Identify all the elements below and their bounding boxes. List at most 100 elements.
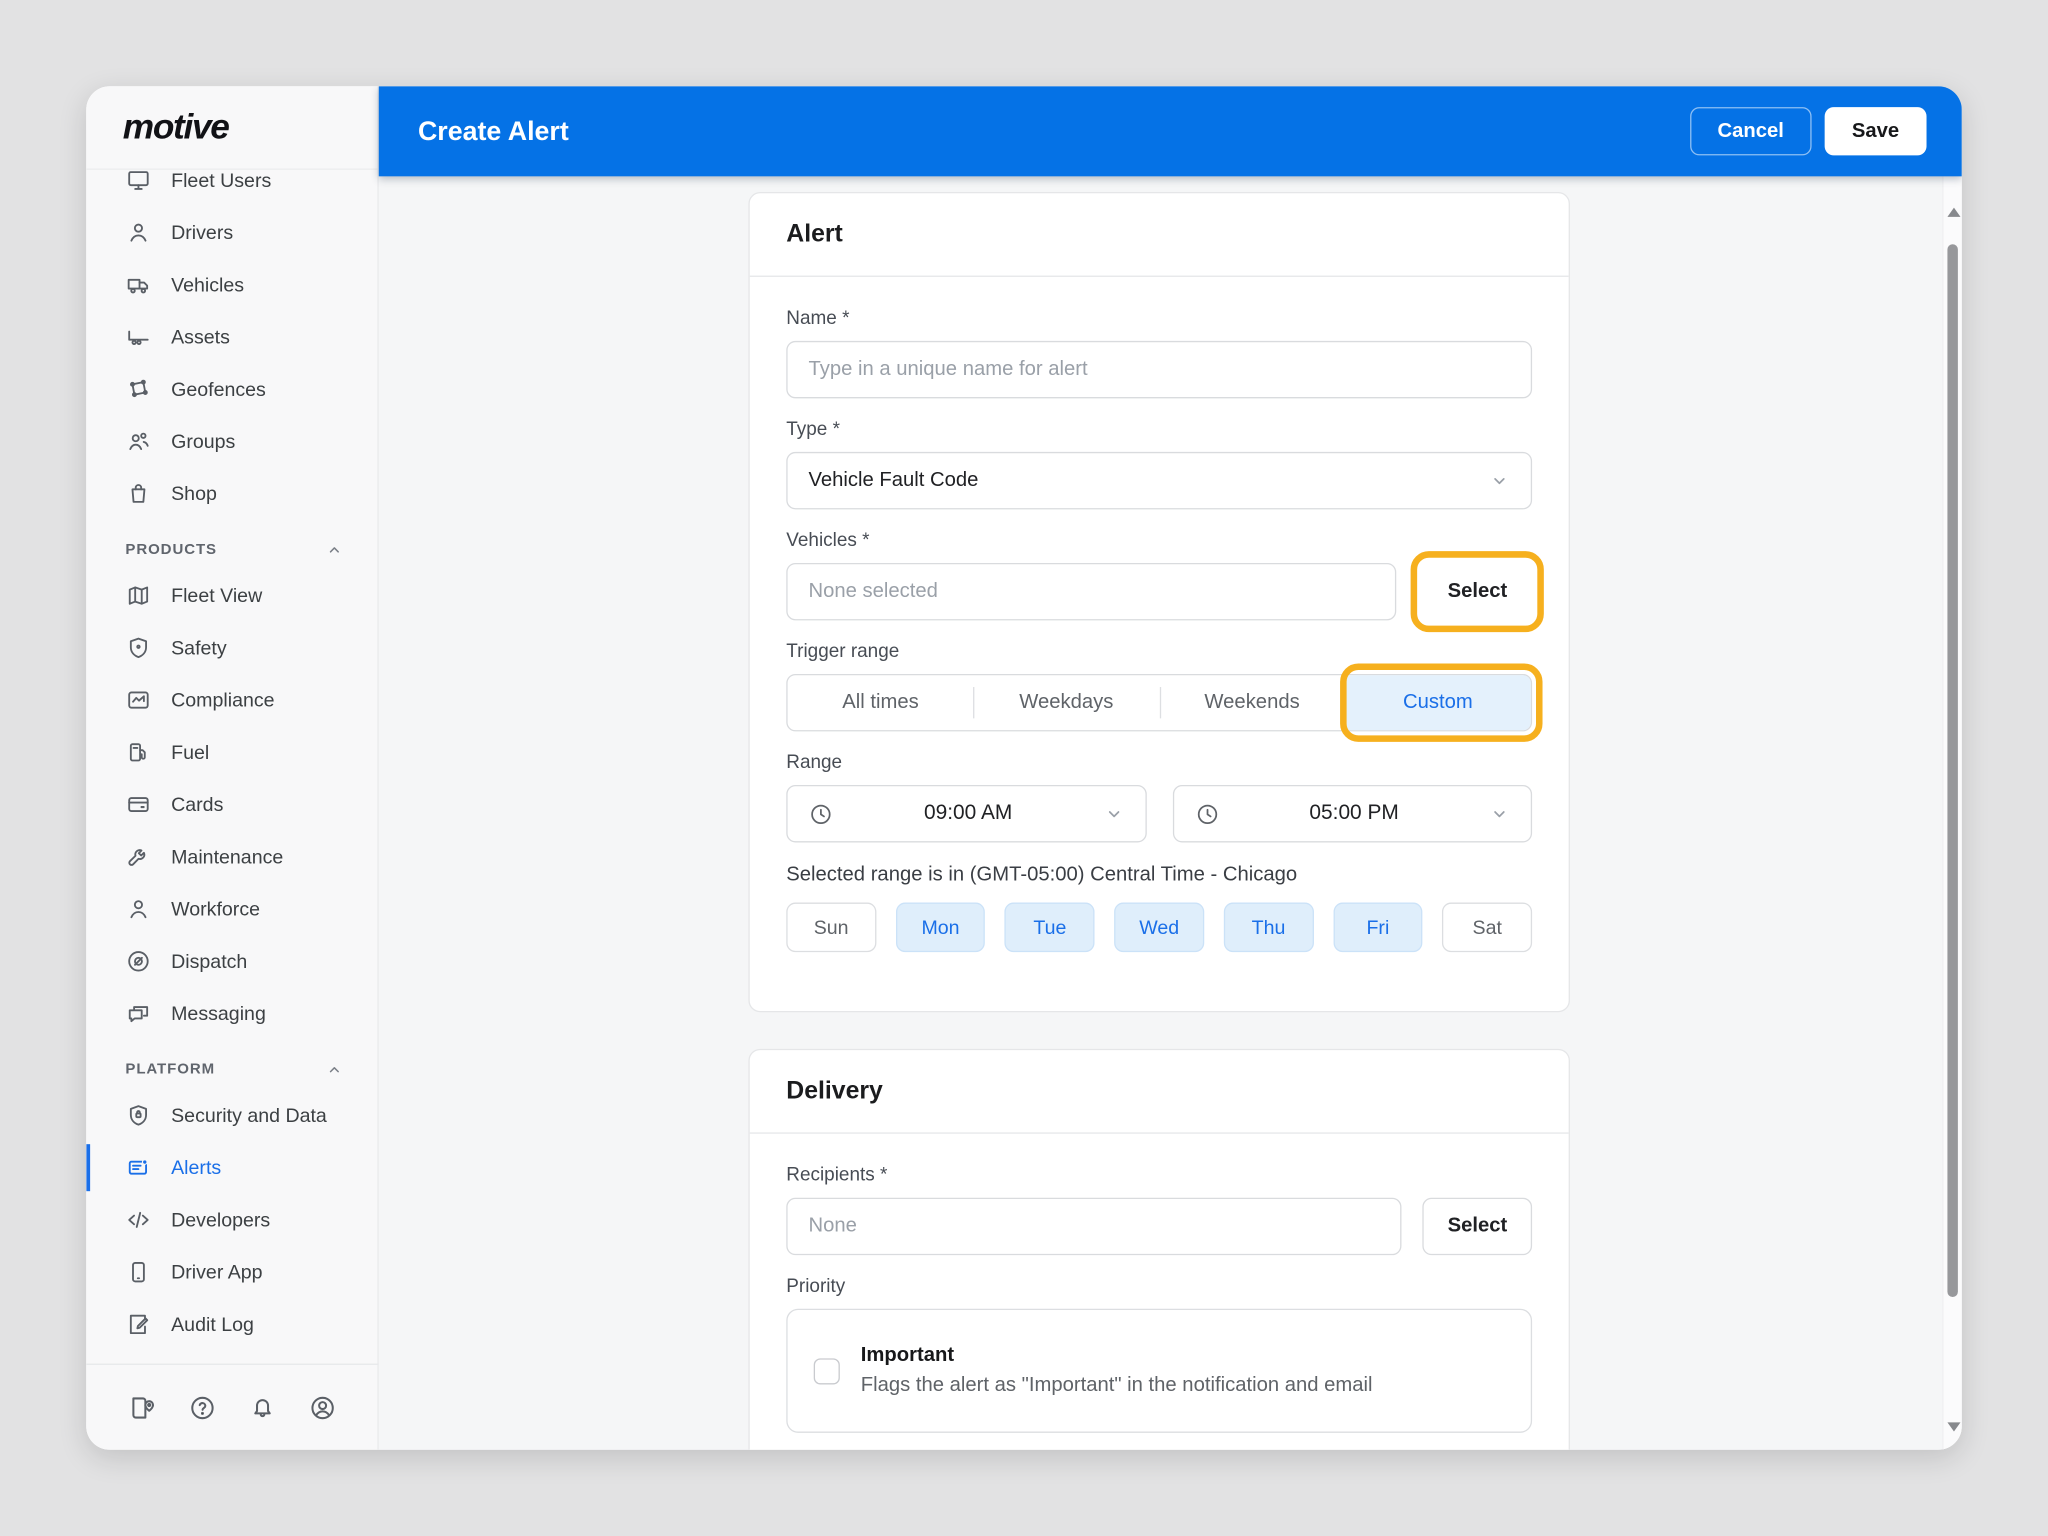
- range-label: Range: [786, 752, 1532, 773]
- day-chip-thu[interactable]: Thu: [1224, 903, 1314, 953]
- bell-icon[interactable]: [248, 1393, 277, 1422]
- sidebar-item-alerts[interactable]: Alerts: [86, 1142, 377, 1194]
- cancel-button[interactable]: Cancel: [1690, 107, 1811, 155]
- sidebar-footer: [86, 1364, 379, 1450]
- clock-icon: [808, 801, 833, 826]
- important-checkbox[interactable]: [814, 1358, 840, 1384]
- save-button[interactable]: Save: [1824, 107, 1926, 155]
- shield-icon: [125, 635, 151, 661]
- day-chip-tue[interactable]: Tue: [1005, 903, 1095, 953]
- recipients-select-button[interactable]: Select: [1423, 1198, 1532, 1255]
- chevron-up-icon: [325, 541, 343, 559]
- compliance-chart-icon: [125, 687, 151, 713]
- end-time-select[interactable]: 05:00 PM: [1172, 785, 1532, 842]
- sidebar-item-label: Safety: [171, 637, 227, 659]
- scrollbar-thumb[interactable]: [1947, 244, 1957, 1297]
- alert-card-header: Alert: [750, 193, 1569, 277]
- chevron-down-icon: [1103, 803, 1124, 824]
- account-icon[interactable]: [308, 1393, 337, 1422]
- clock-icon: [1194, 801, 1219, 826]
- sidebar-item-security-and-data[interactable]: Security and Data: [86, 1089, 377, 1141]
- sidebar-section-products[interactable]: PRODUCTS: [86, 530, 377, 569]
- alert-card-title: Alert: [786, 221, 843, 248]
- guide-book-icon[interactable]: [128, 1393, 157, 1422]
- top-bar: Create Alert Cancel Save: [379, 86, 1962, 176]
- vehicles-input[interactable]: [808, 564, 1374, 619]
- sidebar-item-messaging[interactable]: Messaging: [86, 987, 377, 1039]
- sidebar-item-label: Fleet Users: [171, 171, 271, 191]
- header-buttons: Cancel Save: [1690, 107, 1926, 155]
- sidebar-item-audit-log[interactable]: Audit Log: [86, 1298, 377, 1350]
- name-field-group: Name *: [786, 308, 1532, 398]
- recipients-value-box: [786, 1198, 1402, 1255]
- trigger-range-segmented-control: All times Weekdays Weekends Custom: [786, 674, 1532, 731]
- trigger-range-group: Trigger range All times Weekdays Weekend…: [786, 641, 1532, 731]
- day-chip-wed[interactable]: Wed: [1114, 903, 1204, 953]
- vertical-scrollbar[interactable]: [1942, 176, 1962, 1449]
- fuel-pump-icon: [125, 739, 151, 765]
- day-chip-sat[interactable]: Sat: [1442, 903, 1532, 953]
- sidebar-item-drivers[interactable]: Drivers: [86, 206, 377, 258]
- name-input[interactable]: [808, 342, 1509, 397]
- day-chip-fri[interactable]: Fri: [1333, 903, 1423, 953]
- name-label: Name *: [786, 308, 1532, 329]
- scroll-down-arrow-icon[interactable]: [1947, 1422, 1960, 1431]
- sidebar-item-dispatch[interactable]: Dispatch: [86, 935, 377, 987]
- sidebar-item-maintenance[interactable]: Maintenance: [86, 831, 377, 883]
- sidebar-item-label: Developers: [171, 1209, 270, 1231]
- sidebar-item-driver-app[interactable]: Driver App: [86, 1246, 377, 1298]
- sidebar-item-compliance[interactable]: Compliance: [86, 674, 377, 726]
- recipients-field-group: Recipients * Select: [786, 1165, 1532, 1255]
- sidebar-section-platform[interactable]: PLATFORM: [86, 1050, 377, 1089]
- day-picker: Sun Mon Tue Wed Thu Fri Sat: [786, 903, 1532, 953]
- delivery-card-title: Delivery: [786, 1078, 883, 1105]
- priority-option-text: Important Flags the alert as "Important"…: [861, 1344, 1373, 1398]
- sidebar-item-workforce[interactable]: Workforce: [86, 883, 377, 935]
- day-chip-mon[interactable]: Mon: [896, 903, 986, 953]
- vehicles-value-box: [786, 563, 1396, 620]
- scroll-up-arrow-icon[interactable]: [1947, 208, 1960, 217]
- sidebar-item-label: Maintenance: [171, 846, 283, 868]
- sidebar-item-label: Drivers: [171, 221, 233, 243]
- sidebar-item-developers[interactable]: Developers: [86, 1194, 377, 1246]
- sidebar-item-groups[interactable]: Groups: [86, 415, 377, 467]
- sidebar-item-fuel[interactable]: Fuel: [86, 726, 377, 778]
- help-circle-icon[interactable]: [188, 1393, 217, 1422]
- sidebar-item-cards[interactable]: Cards: [86, 778, 377, 830]
- sidebar: motive Fleet Users Drivers Vehicles As: [86, 86, 379, 1450]
- timezone-note: Selected range is in (GMT-05:00) Central…: [786, 863, 1532, 887]
- delivery-card-body: Recipients * Select Priority: [750, 1134, 1569, 1450]
- sidebar-item-geofences[interactable]: Geofences: [86, 363, 377, 415]
- trigger-option-weekends[interactable]: Weekends: [1159, 675, 1345, 730]
- monitor-icon: [125, 171, 151, 193]
- shopping-bag-icon: [125, 481, 151, 507]
- sidebar-item-assets[interactable]: Assets: [86, 311, 377, 363]
- sidebar-item-label: Geofences: [171, 378, 266, 400]
- sidebar-item-safety[interactable]: Safety: [86, 622, 377, 674]
- logo-row: motive: [86, 86, 377, 170]
- start-time-select[interactable]: 09:00 AM: [786, 785, 1146, 842]
- sidebar-item-fleet-users[interactable]: Fleet Users: [86, 171, 377, 206]
- section-label: PRODUCTS: [125, 542, 217, 558]
- sidebar-item-label: Compliance: [171, 689, 274, 711]
- dispatch-pin-icon: [125, 948, 151, 974]
- sidebar-item-fleet-view[interactable]: Fleet View: [86, 569, 377, 621]
- delivery-card-header: Delivery: [750, 1050, 1569, 1134]
- alert-card: Alert Name * Type * Vehicle Fault Code: [748, 192, 1570, 1012]
- type-select[interactable]: Vehicle Fault Code: [786, 452, 1532, 509]
- type-select-value: Vehicle Fault Code: [808, 469, 978, 493]
- sidebar-item-shop[interactable]: Shop: [86, 468, 377, 520]
- day-chip-sun[interactable]: Sun: [786, 903, 876, 953]
- trigger-option-weekdays[interactable]: Weekdays: [973, 675, 1159, 730]
- trigger-option-all-times[interactable]: All times: [788, 675, 974, 730]
- vehicles-label: Vehicles *: [786, 530, 1532, 551]
- code-icon: [125, 1207, 151, 1233]
- sidebar-item-vehicles[interactable]: Vehicles: [86, 259, 377, 311]
- recipients-input[interactable]: [808, 1199, 1379, 1254]
- priority-option-description: Flags the alert as "Important" in the no…: [861, 1374, 1373, 1398]
- stage: motive Fleet Users Drivers Vehicles As: [0, 0, 2048, 1536]
- trigger-option-custom[interactable]: Custom: [1345, 675, 1531, 730]
- chevron-down-icon: [1489, 470, 1510, 491]
- sidebar-item-label: Assets: [171, 326, 230, 348]
- vehicles-select-button[interactable]: Select: [1423, 563, 1532, 620]
